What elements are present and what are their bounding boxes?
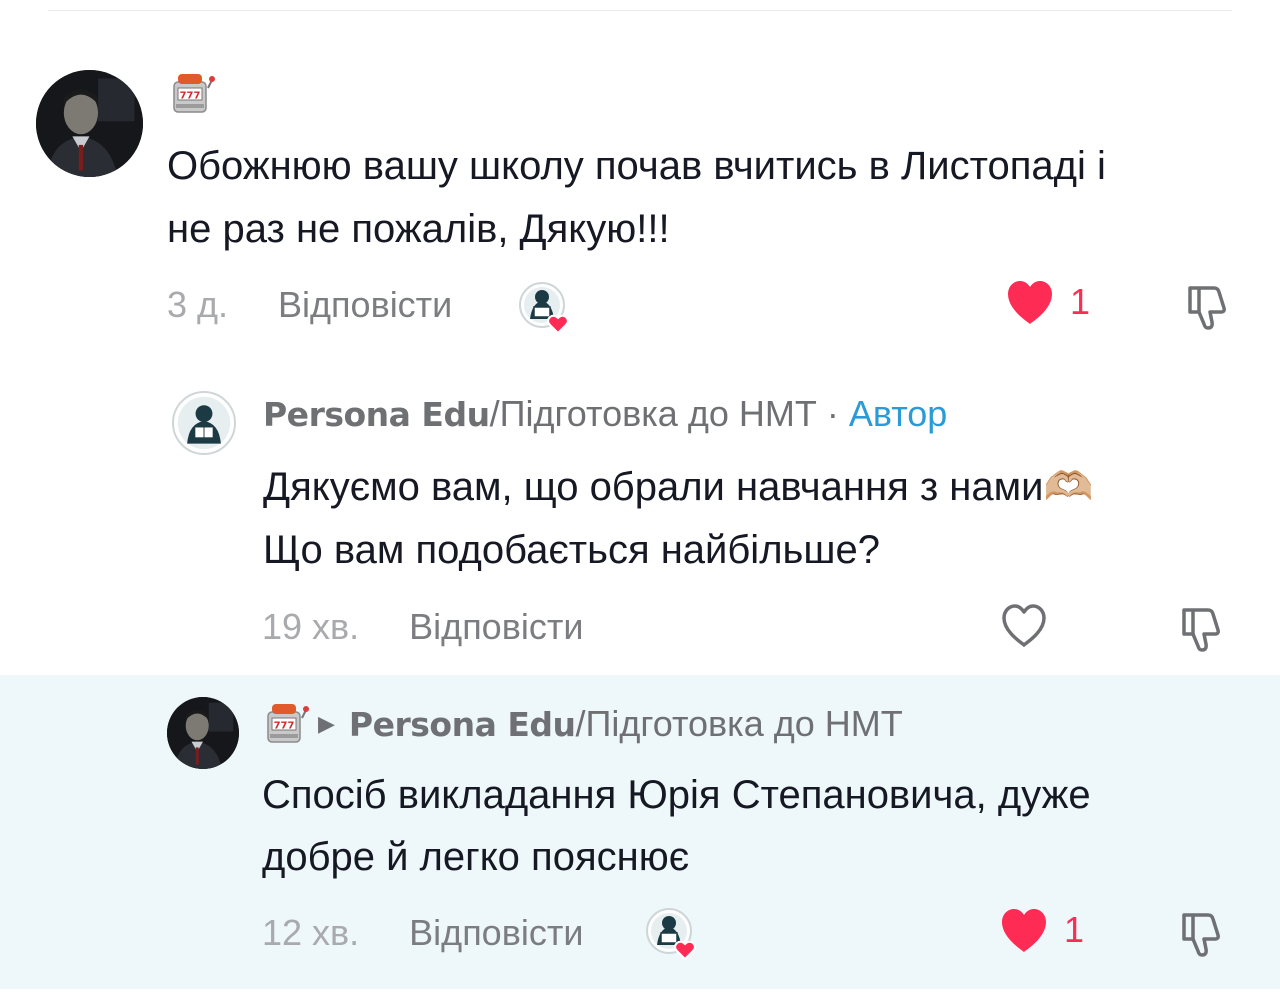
reply-button[interactable]: Відповісти [409, 912, 583, 954]
user-avatar[interactable] [36, 70, 143, 177]
heart-outline-icon[interactable] [998, 601, 1050, 649]
comment-text-line: Дякуємо вам, що обрали навчання з нами🫶🏼 [263, 465, 1094, 509]
reply-to-arrow-icon: ▶ [318, 711, 335, 736]
reply-to-rest[interactable]: /Підготовка до НМТ [576, 703, 903, 745]
like-count: 1 [1070, 281, 1091, 322]
comment-meta: 3 д. Відповісти [167, 284, 452, 326]
comment-time: 19 хв. [262, 606, 360, 647]
author-avatar[interactable] [172, 391, 236, 455]
reply-button[interactable]: Відповісти [409, 606, 583, 648]
creator-liked-icon [518, 281, 574, 337]
comment-author-line: Persona Edu /Підготовка до НМТ · Автор [263, 393, 947, 435]
author-name-brand[interactable]: Persona Edu [263, 395, 490, 434]
comment-text-line: Спосіб викладання Юрія Степановича, дуже [262, 773, 1091, 817]
slot-machine-emoji: 777 [262, 700, 310, 748]
author-name-rest[interactable]: /Підготовка до НМТ [490, 393, 817, 435]
comment-meta: 19 хв. Відповісти [262, 606, 583, 648]
slot-machine-emoji: 777 [168, 70, 216, 118]
top-divider [48, 10, 1232, 11]
comment-time: 12 хв. [262, 912, 360, 953]
creator-liked-icon [645, 907, 701, 963]
reply-button[interactable]: Відповісти [278, 284, 452, 326]
heart-filled-icon[interactable] [1004, 278, 1056, 326]
like-group: 1 [1004, 278, 1090, 326]
comment-text-line: Що вам подобається найбільше? [263, 528, 880, 572]
svg-text:777: 777 [274, 721, 295, 732]
like-group: 1 [998, 906, 1084, 954]
thumbs-down-icon[interactable] [1176, 602, 1228, 654]
comment-meta: 12 хв. Відповісти [262, 912, 583, 954]
comment-text-line: Обожнюю вашу школу почав вчитись в Листо… [167, 144, 1106, 188]
separator-dot: · [826, 393, 839, 434]
thumbs-down-icon[interactable] [1176, 907, 1228, 959]
comment-text-line: добре й легко пояснює [262, 835, 690, 879]
reply-header-line: 777 ▶ Persona Edu /Підготовка до НМТ [262, 700, 903, 748]
reply-to-brand[interactable]: Persona Edu [349, 705, 576, 744]
thumbs-down-icon[interactable] [1182, 280, 1234, 332]
svg-text:777: 777 [180, 91, 201, 102]
like-count: 1 [1064, 909, 1085, 950]
heart-filled-icon[interactable] [998, 906, 1050, 954]
comment-time: 3 д. [167, 284, 229, 325]
author-badge: Автор [848, 393, 948, 434]
user-avatar[interactable] [167, 697, 239, 769]
comment-text-line: не раз не пожалів, Дякую!!! [167, 207, 670, 251]
